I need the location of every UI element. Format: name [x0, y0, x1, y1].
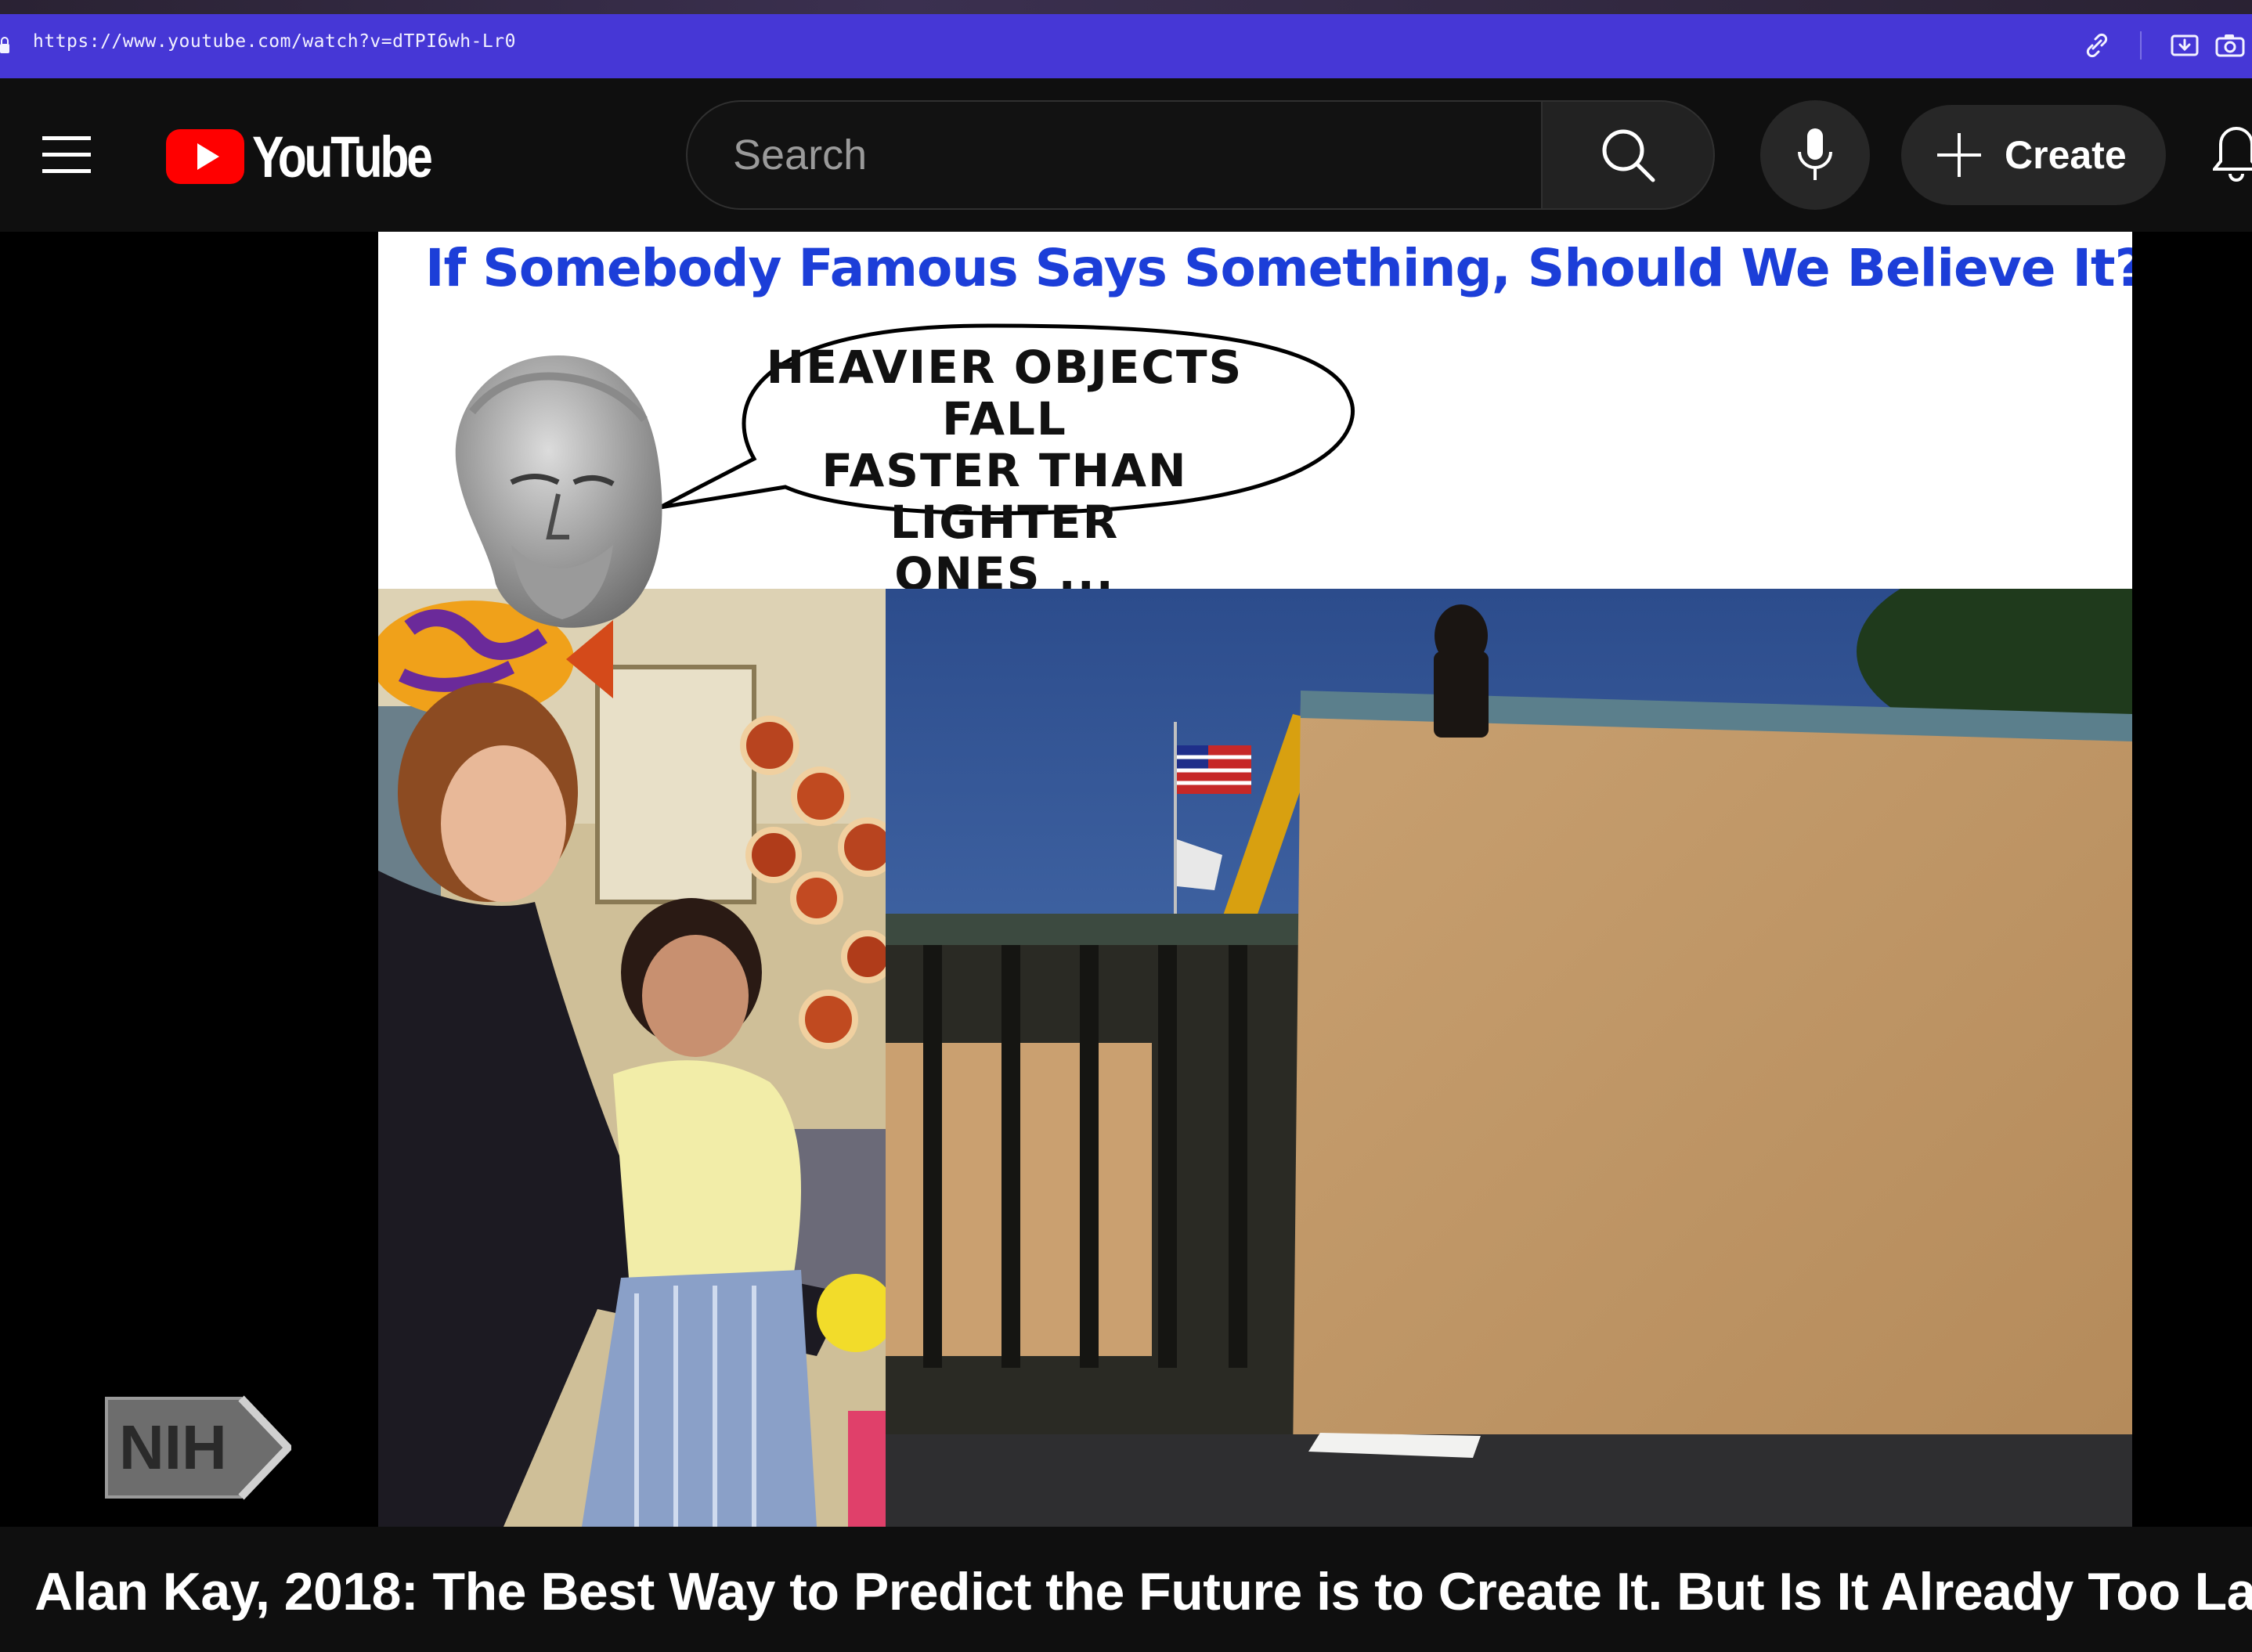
schoolyard-photo: [886, 589, 2132, 1527]
address-bar: https://www.youtube.com/watch?v=dTPI6wh-…: [0, 14, 2252, 78]
speech-bubble-text: HEAVIER OBJECTS FALL FASTER THAN LIGHTER…: [723, 341, 1287, 600]
voice-search-button[interactable]: [1760, 100, 1870, 210]
speech-line: HEAVIER OBJECTS FALL: [766, 341, 1243, 445]
search-button[interactable]: [1541, 100, 1715, 210]
install-icon[interactable]: [2167, 30, 2202, 61]
create-label: Create: [2005, 133, 2127, 177]
aristotle-bust-image: [455, 355, 662, 628]
plus-icon: [1937, 133, 1981, 177]
camera-icon[interactable]: [2213, 30, 2247, 61]
video-title: Alan Kay, 2018: The Best Way to Predict …: [34, 1562, 2252, 1621]
bell-icon[interactable]: [2213, 122, 2252, 188]
search-icon: [1602, 129, 1655, 182]
youtube-logo-text: YouTube: [252, 124, 433, 189]
menu-icon[interactable]: [39, 133, 94, 177]
link-icon[interactable]: [2080, 30, 2114, 61]
search-box: [686, 100, 1541, 210]
video-title-bar: Alan Kay, 2018: The Best Way to Predict …: [0, 1527, 2252, 1652]
address-bar-divider: [2140, 31, 2142, 60]
lock-icon: [0, 37, 9, 53]
video-frame-slide: If Somebody Famous Says Something, Shoul…: [378, 232, 2132, 1527]
youtube-play-icon: [166, 129, 244, 184]
youtube-header: YouTube Create: [0, 78, 2252, 232]
mic-icon: [1798, 128, 1832, 180]
nih-logo: NIH: [105, 1395, 291, 1500]
create-button[interactable]: Create: [1901, 105, 2166, 205]
youtube-logo[interactable]: YouTube: [166, 124, 470, 189]
window-top-strip: [0, 0, 2252, 14]
search-input[interactable]: [731, 102, 1499, 208]
slide-title: If Somebody Famous Says Something, Shoul…: [425, 238, 2132, 298]
classroom-photo: [378, 589, 886, 1527]
nih-logo-text: NIH: [119, 1412, 227, 1482]
url-text[interactable]: https://www.youtube.com/watch?v=dTPI6wh-…: [33, 31, 516, 52]
video-player[interactable]: If Somebody Famous Says Something, Shoul…: [0, 232, 2252, 1527]
speech-line: FASTER THAN LIGHTER: [821, 444, 1188, 549]
